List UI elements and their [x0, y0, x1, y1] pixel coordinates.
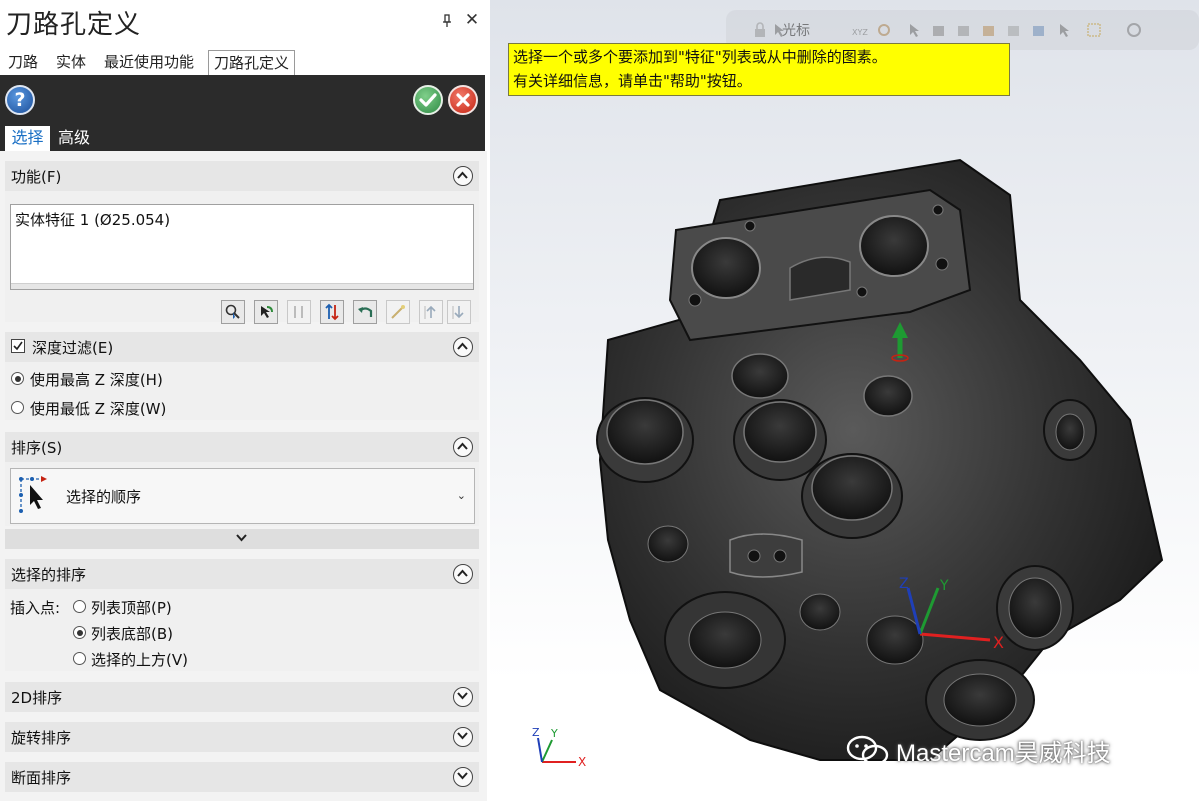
depth-filter-section: 深度过滤(E) 使用最高 Z 深度(H) 使用最低 Z 深度(W) [5, 332, 479, 420]
panel-title: 刀路孔定义 [6, 10, 142, 40]
cancel-button[interactable] [448, 85, 478, 115]
reverse-arrows-icon [325, 303, 339, 321]
depth-filter-header[interactable]: 深度过滤(E) [5, 332, 479, 362]
cross-section-sort-section[interactable]: 断面排序 [5, 762, 479, 792]
sort-2d-section[interactable]: 2D排序 [5, 682, 479, 712]
ok-button[interactable] [413, 85, 443, 115]
list-bottom-label: 列表底部(B) [91, 625, 173, 643]
arrow-down-icon [452, 306, 464, 319]
rotary-sort-header[interactable]: 旋转排序 [5, 722, 479, 752]
svg-text:X: X [578, 755, 586, 769]
function-section-title: 功能(F) [11, 168, 62, 186]
sort-2d-title: 2D排序 [11, 689, 63, 707]
toolpath-hole-definition-panel: 刀路孔定义 ✕ 刀路 实体 最近使用功能 刀路孔定义 ? 选择 高级 功能(F)… [0, 0, 487, 801]
above-selection-radio[interactable] [73, 652, 86, 665]
collapse-chevron-up-icon[interactable] [453, 166, 473, 186]
sort-section: 排序(S) 选择的顺序 ⌄ [5, 432, 479, 526]
magnifier-select-icon [225, 304, 240, 319]
pin-icon[interactable] [440, 14, 454, 28]
select-features-button[interactable] [221, 300, 245, 324]
depth-filter-label: 深度过滤(E) [32, 339, 114, 357]
move-down-button[interactable] [447, 300, 471, 324]
collapse-chevron-up-icon[interactable] [453, 337, 473, 357]
sort-section-title: 排序(S) [11, 439, 63, 457]
function-list[interactable]: 实体特征 1 (Ø25.054) [10, 204, 474, 290]
tab-recent-functions[interactable]: 最近使用功能 [102, 50, 196, 75]
move-up-disabled-button[interactable] [287, 300, 311, 324]
wechat-icon [846, 735, 889, 766]
undo-arrow-icon [358, 307, 373, 317]
panel-body: 功能(F) 实体特征 1 (Ø25.054) 深度过滤(E) 使用最高 Z 深度… [0, 151, 487, 801]
insert-point-label: 插入点: [10, 599, 61, 617]
close-x-icon [456, 93, 470, 107]
function-section: 功能(F) 实体特征 1 (Ø25.054) [5, 161, 479, 324]
expand-chevron-down-icon[interactable] [453, 687, 473, 707]
move-up-button[interactable] [419, 300, 443, 324]
rotary-sort-section[interactable]: 旋转排序 [5, 722, 479, 752]
watermark-text: Mastercam昊威科技 [896, 740, 1111, 767]
reverse-order-button[interactable] [320, 300, 344, 324]
panel-header-bar: ? 选择 高级 [0, 75, 485, 151]
edit-feature-disabled-button[interactable] [386, 300, 410, 324]
expand-chevron-down-icon[interactable] [453, 727, 473, 747]
graphics-viewport[interactable]: 光标 XYZ 选择一个或多个要添加到"特征"列表或从中删除的图素。 有关详细信息… [490, 0, 1199, 801]
selection-sort-header[interactable]: 选择的排序 [5, 559, 479, 589]
sort-2d-header[interactable]: 2D排序 [5, 682, 479, 712]
arrow-remove-icon [261, 306, 273, 318]
expand-more-bar[interactable] [5, 529, 479, 549]
subtab-advanced[interactable]: 高级 [58, 126, 90, 151]
cross-section-sort-header[interactable]: 断面排序 [5, 762, 479, 792]
tab-toolpaths[interactable]: 刀路 [6, 50, 40, 75]
use-highest-z-label: 使用最高 Z 深度(H) [30, 371, 163, 389]
triad-x-label: X [993, 633, 1004, 652]
tab-solids[interactable]: 实体 [54, 50, 88, 75]
list-top-radio[interactable] [73, 600, 86, 613]
triad-y-label: Y [939, 578, 949, 594]
check-icon [13, 341, 23, 351]
subtab-select[interactable]: 选择 [5, 126, 50, 151]
view-axis-indicator: X Y Z [532, 726, 586, 769]
undo-button[interactable] [353, 300, 377, 324]
reorder-icon [294, 306, 303, 318]
selection-sort-section: 选择的排序 插入点: 列表顶部(P) 列表底部(B) 选择的上方(V) [5, 559, 479, 671]
list-bottom-radio[interactable] [73, 626, 86, 639]
cross-section-sort-title: 断面排序 [11, 769, 72, 787]
above-selection-label: 选择的上方(V) [91, 651, 188, 669]
checkmark-icon [419, 93, 437, 107]
manager-tabs: 刀路 实体 最近使用功能 刀路孔定义 [0, 50, 487, 76]
list-item[interactable]: 实体特征 1 (Ø25.054) [15, 209, 170, 230]
chevron-down-icon [236, 534, 247, 542]
collapse-chevron-up-icon[interactable] [453, 437, 473, 457]
help-button[interactable]: ? [5, 85, 35, 115]
list-top-label: 列表顶部(P) [91, 599, 172, 617]
use-lowest-z-radio[interactable] [11, 401, 24, 414]
remove-features-button[interactable] [254, 300, 278, 324]
selection-sort-title: 选择的排序 [11, 566, 87, 584]
use-highest-z-radio[interactable] [11, 372, 24, 385]
rotary-sort-title: 旋转排序 [11, 729, 72, 747]
triad-z-label: Z [899, 576, 909, 592]
horizontal-scrollbar[interactable] [11, 283, 473, 289]
solid-part-model[interactable]: X Y Z [490, 0, 1199, 801]
sort-section-header[interactable]: 排序(S) [5, 432, 479, 462]
collapse-chevron-up-icon[interactable] [453, 564, 473, 584]
function-section-header[interactable]: 功能(F) [5, 161, 479, 191]
depth-filter-checkbox[interactable] [11, 339, 25, 353]
use-lowest-z-label: 使用最低 Z 深度(W) [30, 400, 167, 418]
arrow-up-icon [424, 305, 436, 319]
wand-icon [391, 305, 405, 319]
sort-method-dropdown[interactable]: 选择的顺序 ⌄ [10, 468, 475, 524]
selection-order-icon [19, 476, 47, 513]
svg-text:Y: Y [550, 727, 558, 740]
tab-hole-definition[interactable]: 刀路孔定义 [208, 50, 296, 75]
close-icon[interactable]: ✕ [464, 12, 480, 29]
expand-chevron-down-icon[interactable] [453, 767, 473, 787]
dropdown-chevron-down-icon: ⌄ [456, 489, 466, 502]
svg-text:Z: Z [532, 726, 540, 739]
sort-method-value: 选择的顺序 [66, 488, 142, 506]
